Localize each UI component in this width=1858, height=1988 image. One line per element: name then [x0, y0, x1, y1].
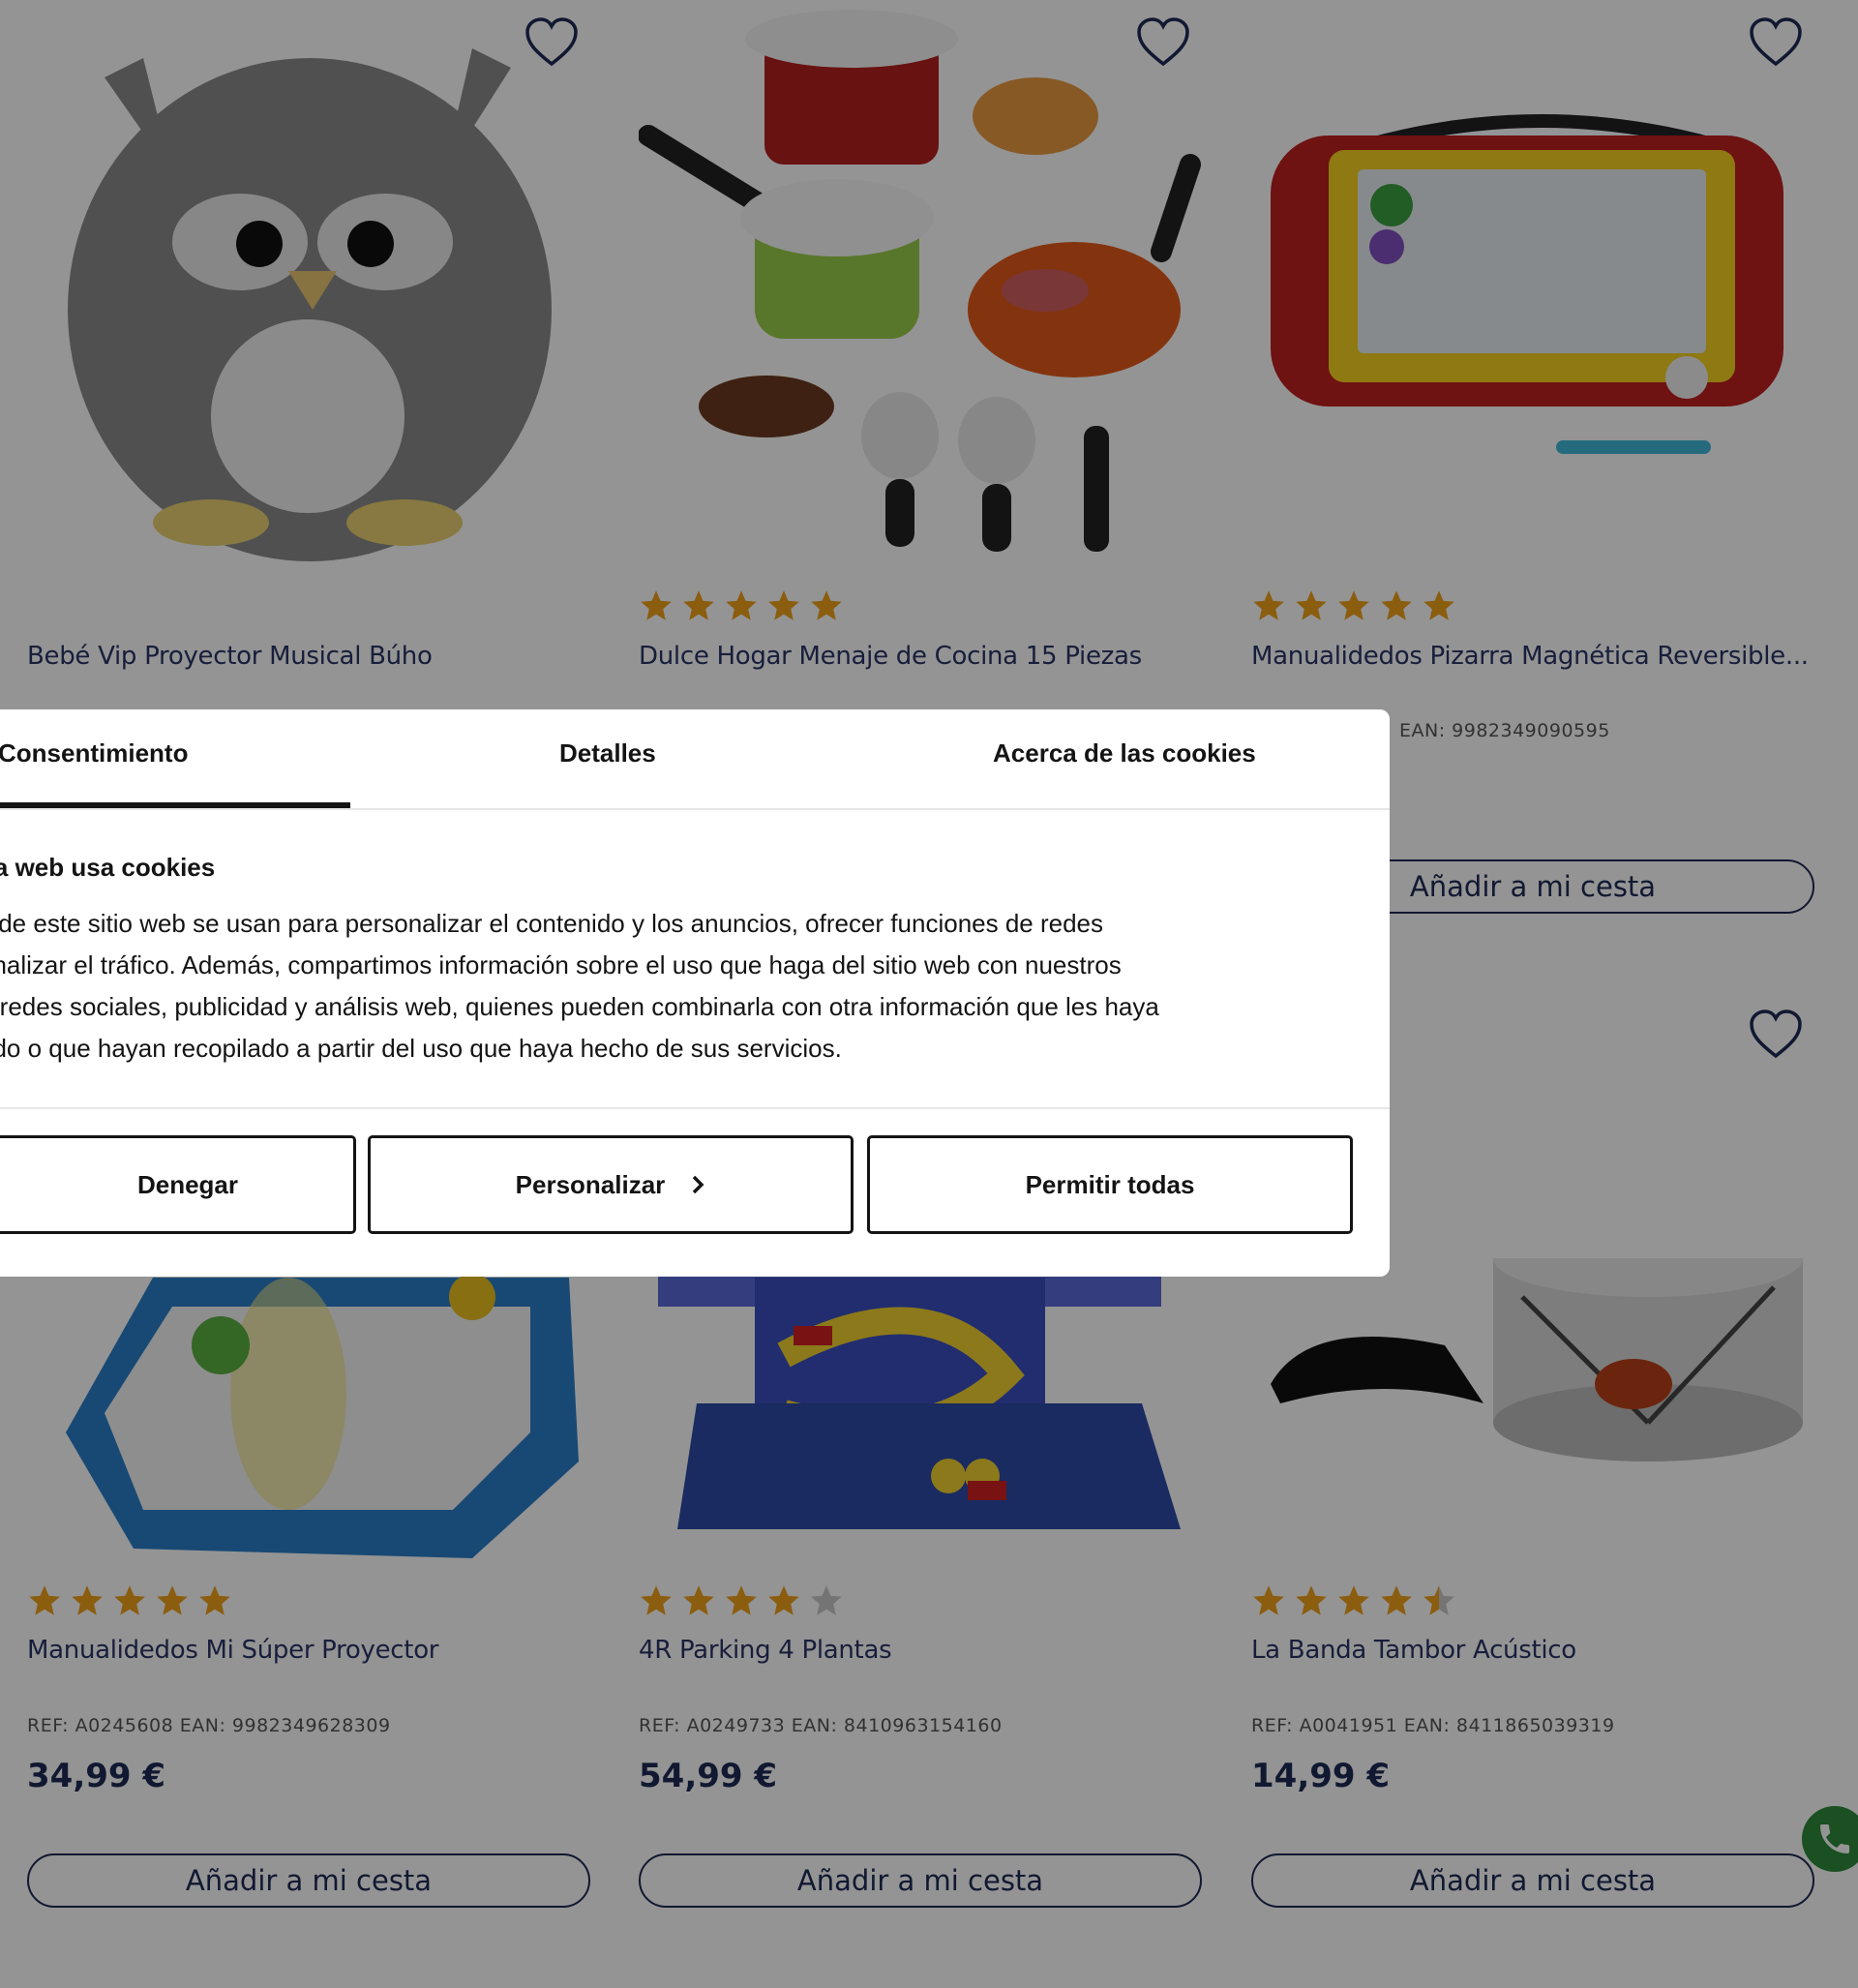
cookie-text-line: ado o que hayan recopilado a partir del …: [0, 1034, 842, 1063]
tab-consent[interactable]: Consentimiento: [0, 738, 188, 768]
cookie-dialog-text: s de este sitio web se usan para persona…: [0, 903, 1334, 1069]
customize-button-label: Personalizar: [515, 1169, 666, 1199]
allow-all-button-label: Permitir todas: [1025, 1169, 1195, 1199]
product-grid-page: Bebé Vip Proyector Musical Búho Dulce Ho…: [0, 0, 1858, 1988]
deny-button[interactable]: Denegar: [0, 1135, 356, 1234]
tab-about-cookies[interactable]: Acerca de las cookies: [993, 738, 1256, 768]
customize-button[interactable]: Personalizar: [368, 1135, 854, 1234]
active-tab-indicator: [0, 802, 350, 808]
dialog-divider: [0, 1107, 1390, 1109]
tab-details[interactable]: Detalles: [559, 738, 656, 768]
cookie-text-line: s de este sitio web se usan para persona…: [0, 909, 1104, 938]
cookie-tabs: Consentimiento Detalles Acerca de las co…: [0, 709, 1390, 810]
cookie-dialog-title: na web usa cookies: [0, 853, 216, 882]
cookie-consent-dialog: Consentimiento Detalles Acerca de las co…: [0, 709, 1390, 1277]
cookie-text-line: e redes sociales, publicidad y análisis …: [0, 992, 1159, 1021]
chevron-right-icon: [693, 1175, 704, 1194]
allow-all-button[interactable]: Permitir todas: [867, 1135, 1353, 1234]
deny-button-label: Denegar: [136, 1169, 239, 1199]
cookie-text-line: analizar el tráfico. Además, compartimos…: [0, 950, 1122, 979]
